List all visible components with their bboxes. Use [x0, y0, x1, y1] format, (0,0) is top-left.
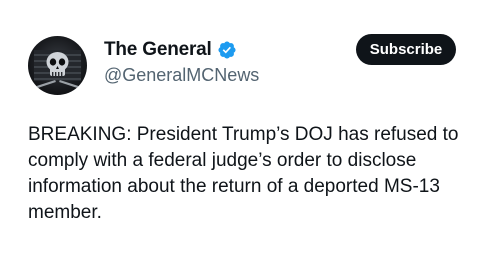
- author-handle[interactable]: @GeneralMCNews: [104, 65, 259, 86]
- author-display-name[interactable]: The General: [104, 39, 212, 61]
- author-name-row: The General: [104, 39, 237, 61]
- tweet-card: The General @GeneralMCNews Subscribe BRE…: [0, 0, 500, 259]
- skull-flag-avatar-icon: [34, 50, 81, 89]
- subscribe-button[interactable]: Subscribe: [356, 34, 456, 65]
- avatar[interactable]: [28, 36, 87, 95]
- tweet-text: BREAKING: President Trump’s DOJ has refu…: [28, 124, 459, 223]
- verified-badge-icon: [217, 40, 237, 60]
